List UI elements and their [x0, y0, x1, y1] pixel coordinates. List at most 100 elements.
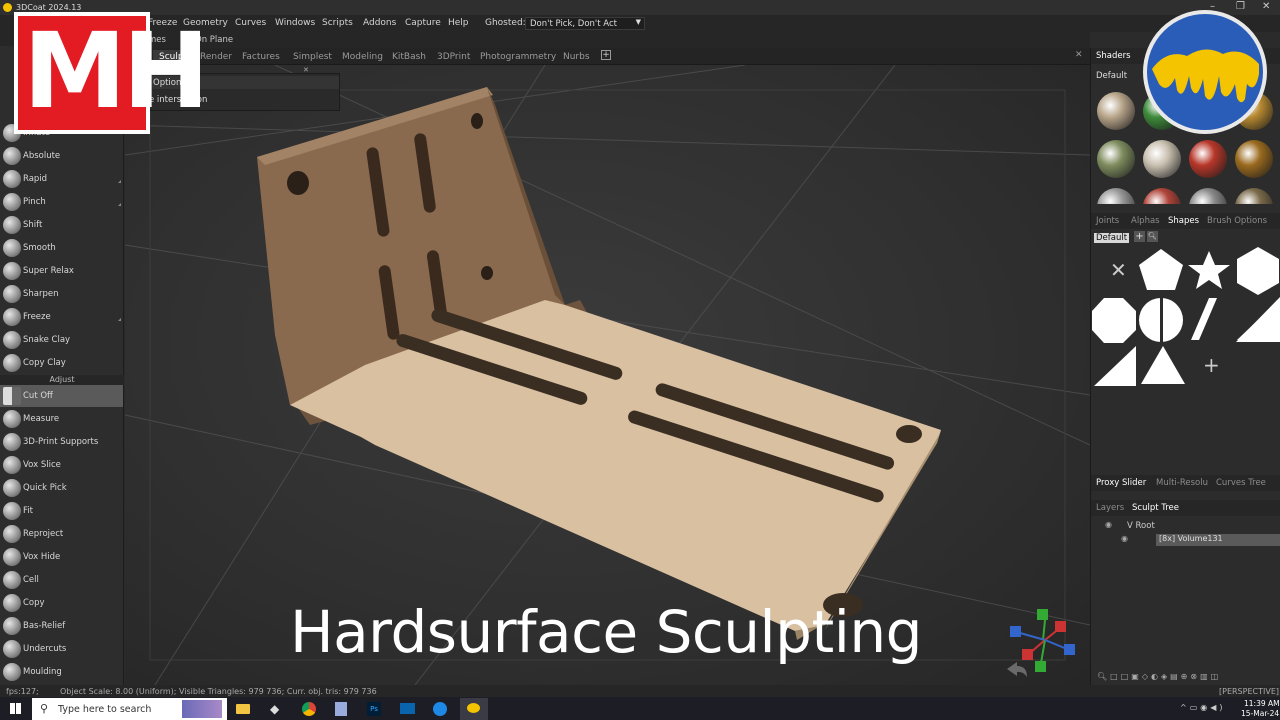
tool-pinch[interactable]: Pinch — [0, 191, 123, 213]
tab-joints[interactable]: Joints — [1096, 216, 1119, 226]
menu-capture[interactable]: Capture — [405, 18, 441, 28]
tool-copy-clay[interactable]: Copy Clay — [0, 352, 123, 374]
eye-icon[interactable]: ◉ — [1121, 534, 1128, 543]
tool-shift[interactable]: Shift — [0, 214, 123, 236]
mail-icon[interactable] — [400, 703, 415, 714]
tree-root-row[interactable]: ◉ V Root — [1097, 520, 1277, 532]
notepad-icon[interactable] — [335, 702, 347, 716]
maximize-icon[interactable]: ❐ — [1236, 1, 1245, 12]
add-tab-icon[interactable]: + — [601, 50, 611, 60]
tree-tool-icons[interactable]: 🔍︎□□▣◇◐◈▤⊕⊗▥◫ — [1097, 672, 1221, 681]
tool-undercuts[interactable]: Undercuts — [0, 638, 123, 660]
copy-clay-icon — [3, 354, 21, 372]
tool-smooth[interactable]: Smooth — [0, 237, 123, 259]
tab-sculpt-tree[interactable]: Sculpt Tree — [1132, 503, 1179, 513]
viewport[interactable] — [125, 65, 1090, 685]
tab-nurbs[interactable]: Nurbs — [563, 52, 590, 62]
windows-start-icon[interactable] — [10, 703, 21, 714]
tool-3d-print-supports[interactable]: 3D-Print Supports — [0, 431, 123, 453]
shader-ball[interactable] — [1097, 188, 1135, 204]
no-shape-icon: ✕ — [1110, 258, 1127, 282]
tool-cut-off[interactable]: Cut Off — [0, 385, 123, 407]
options-close-icon[interactable]: ✕ — [303, 66, 309, 74]
tab-layers[interactable]: Layers — [1096, 503, 1124, 513]
tool-label: Copy Clay — [23, 358, 66, 368]
tool-label: Vox Slice — [23, 460, 61, 470]
tab-kitbash[interactable]: KitBash — [392, 52, 426, 62]
shader-ball[interactable] — [1143, 140, 1181, 178]
app-icon — [3, 3, 12, 12]
taskbar-search[interactable]: ⚲ Type here to search — [32, 698, 227, 720]
shader-ball[interactable] — [1097, 92, 1135, 130]
tab-3dprint[interactable]: 3DPrint — [437, 52, 470, 62]
tab-simplest[interactable]: Simplest — [293, 52, 332, 62]
tool-freeze[interactable]: Freeze — [0, 306, 123, 328]
clock-date[interactable]: 15-Mar-24 — [1241, 709, 1279, 718]
shaders-preset-label[interactable]: Default — [1096, 71, 1127, 81]
brush-tabs: Joints Alphas Shapes Brush Options — [1091, 213, 1280, 229]
menu-windows[interactable]: Windows — [275, 18, 315, 28]
menu-curves[interactable]: Curves — [235, 18, 266, 28]
tool-vox-hide[interactable]: Vox Hide — [0, 546, 123, 568]
shader-ball[interactable] — [1189, 140, 1227, 178]
close-icon[interactable]: ✕ — [1262, 1, 1270, 12]
menu-scripts[interactable]: Scripts — [322, 18, 353, 28]
close-viewport-icon[interactable]: ✕ — [1075, 50, 1083, 60]
clock-time[interactable]: 11:39 AM — [1244, 699, 1280, 708]
ghosted-value: Don't Pick, Don't Act — [530, 19, 617, 29]
tool-sharpen[interactable]: Sharpen — [0, 283, 123, 305]
object-info: Object Scale: 8.00 (Uniform); Visible Tr… — [60, 687, 377, 696]
file-explorer-icon[interactable] — [236, 704, 250, 714]
shader-ball[interactable] — [1143, 188, 1181, 204]
add-icon[interactable]: + — [1134, 231, 1145, 242]
tab-alphas[interactable]: Alphas — [1131, 216, 1160, 226]
tab-brush-options[interactable]: Brush Options — [1207, 216, 1267, 226]
tab-multi-resolution[interactable]: Multi-Resolu — [1156, 478, 1208, 488]
shader-ball[interactable] — [1189, 188, 1227, 204]
tool-rapid[interactable]: Rapid — [0, 168, 123, 190]
tool-absolute[interactable]: Absolute — [0, 145, 123, 167]
tree-volume-row[interactable]: ◉ [8x] Volume131 — [1121, 534, 1280, 546]
tab-proxy-slider[interactable]: Proxy Slider — [1096, 478, 1146, 488]
adjust-section-header[interactable]: Adjust — [0, 375, 124, 385]
shader-ball[interactable] — [1235, 140, 1273, 178]
tool-measure[interactable]: Measure — [0, 408, 123, 430]
menu-help[interactable]: Help — [448, 18, 469, 28]
tool-reproject[interactable]: Reproject — [0, 523, 123, 545]
tab-photogrammetry[interactable]: Photogrammetry — [480, 52, 556, 62]
tool-label: 3D-Print Supports — [23, 437, 99, 447]
app-icon[interactable] — [433, 702, 447, 716]
tab-curves-tree[interactable]: Curves Tree — [1216, 478, 1266, 488]
tool-vox-slice[interactable]: Vox Slice — [0, 454, 123, 476]
shapes-preset-label[interactable]: Default — [1094, 233, 1130, 243]
tool-super-relax[interactable]: Super Relax — [0, 260, 123, 282]
tray-icons[interactable]: ^▭◉◀) — [1180, 703, 1226, 712]
tab-factures[interactable]: Factures — [242, 52, 280, 62]
ghosted-select[interactable]: Don't Pick, Don't Act ▼ — [525, 17, 645, 30]
app-icon[interactable]: ◆ — [270, 702, 279, 716]
tool-copy[interactable]: Copy — [0, 592, 123, 614]
tab-modeling[interactable]: Modeling — [342, 52, 383, 62]
tool-label: Cell — [23, 575, 39, 585]
submenu-indicator-icon — [118, 318, 121, 321]
tool-snake-clay[interactable]: Snake Clay — [0, 329, 123, 351]
tab-shapes[interactable]: Shapes — [1168, 216, 1199, 226]
menu-addons[interactable]: Addons — [363, 18, 396, 28]
tool-moulding[interactable]: Moulding — [0, 661, 123, 683]
eye-icon[interactable]: ◉ — [1105, 520, 1112, 529]
tool-cell[interactable]: Cell — [0, 569, 123, 591]
shader-ball[interactable] — [1235, 188, 1273, 204]
search-icon[interactable]: 🔍︎ — [1147, 231, 1158, 242]
chrome-icon[interactable] — [302, 702, 316, 716]
ghosted-label: Ghosted: — [485, 18, 526, 28]
tool-fit[interactable]: Fit — [0, 500, 123, 522]
shader-ball[interactable] — [1097, 140, 1135, 178]
tool-bas-relief[interactable]: Bas-Relief — [0, 615, 123, 637]
sharpen-icon — [3, 285, 21, 303]
undo-icon — [1007, 662, 1027, 677]
tool-label: Copy — [23, 598, 45, 608]
tab-shaders[interactable]: Shaders — [1096, 51, 1131, 61]
copy-icon — [3, 594, 21, 612]
tool-quick-pick[interactable]: Quick Pick — [0, 477, 123, 499]
photoshop-icon[interactable]: Ps — [367, 702, 381, 716]
